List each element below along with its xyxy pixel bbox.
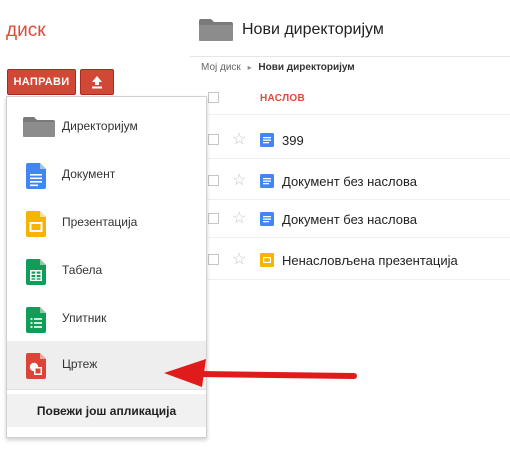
file-name[interactable]: Документ без наслова (282, 212, 417, 227)
sheets-icon (26, 259, 46, 290)
list-item[interactable]: ☆ 399 (200, 128, 510, 152)
star-icon[interactable]: ☆ (232, 252, 246, 268)
list-item[interactable]: ☆ Ненасловљена презентација (200, 248, 510, 272)
select-all-checkbox[interactable] (208, 92, 219, 103)
folder-icon (23, 117, 55, 142)
breadcrumb-separator: ▸ (247, 63, 252, 72)
file-name[interactable]: Ненасловљена презентација (282, 253, 458, 268)
menu-item-label: Директоријум (62, 119, 138, 133)
row-checkbox[interactable] (208, 175, 219, 186)
upload-icon (92, 76, 102, 89)
row-checkbox[interactable] (208, 213, 219, 224)
row-checkbox[interactable] (208, 254, 219, 265)
docs-icon (260, 133, 274, 152)
folder-title: Нови директоријум (242, 21, 384, 38)
docs-icon (260, 174, 274, 193)
list-divider (200, 114, 510, 115)
docs-icon (26, 163, 46, 194)
slides-icon (26, 211, 46, 242)
menu-item-label: Цртеж (62, 357, 98, 371)
docs-icon (260, 212, 274, 231)
file-name[interactable]: Документ без наслова (282, 174, 417, 189)
menu-item-form[interactable]: Упитник (7, 295, 206, 343)
menu-item-label: Табела (62, 263, 103, 277)
header-divider (190, 56, 510, 57)
menu-item-label: Презентација (62, 215, 138, 229)
column-header-title[interactable]: НАСЛОВ (260, 93, 305, 104)
list-divider (200, 237, 510, 238)
row-checkbox[interactable] (208, 134, 219, 145)
menu-item-label: Документ (62, 167, 116, 181)
list-item[interactable]: ☆ Документ без наслова (200, 207, 510, 231)
breadcrumb-current: Нови директоријум (258, 62, 355, 73)
menu-item-spreadsheet[interactable]: Табела (7, 247, 206, 295)
breadcrumb-root[interactable]: Мој диск (201, 62, 241, 73)
forms-icon (26, 307, 46, 338)
drawings-icon (26, 353, 46, 384)
breadcrumb: Мој диск ▸ Нови директоријум (201, 62, 355, 73)
menu-item-document[interactable]: Документ (7, 151, 206, 199)
list-divider (200, 199, 510, 200)
connect-more-apps-button[interactable]: Повежи још апликација (7, 394, 206, 427)
app-title: диск (6, 20, 46, 41)
annotation-arrow (164, 359, 357, 387)
list-divider (200, 158, 510, 159)
folder-icon (199, 19, 233, 46)
menu-item-label: Упитник (62, 311, 107, 325)
slides-icon (260, 253, 274, 272)
create-button[interactable]: НАПРАВИ (7, 69, 76, 95)
menu-item-presentation[interactable]: Презентација (7, 199, 206, 247)
menu-item-folder[interactable]: Директоријум (7, 103, 206, 151)
file-name[interactable]: 399 (282, 133, 304, 148)
upload-button[interactable] (80, 69, 114, 95)
star-icon[interactable]: ☆ (232, 211, 246, 227)
list-divider (200, 279, 510, 280)
star-icon[interactable]: ☆ (232, 132, 246, 148)
star-icon[interactable]: ☆ (232, 173, 246, 189)
list-item[interactable]: ☆ Документ без наслова (200, 169, 510, 193)
